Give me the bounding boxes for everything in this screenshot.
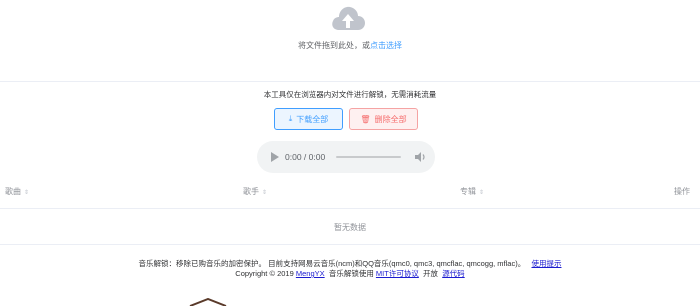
mit-license-link[interactable]: MIT许可协议 — [376, 269, 419, 278]
source-code-link[interactable]: 源代码 — [442, 269, 465, 278]
table-empty-text: 暂无数据 — [334, 223, 366, 232]
delete-all-button[interactable]: 🗑 删除全部 — [349, 108, 418, 130]
sort-icon[interactable]: ⇕ — [479, 190, 484, 196]
sort-icon[interactable]: ⇕ — [24, 190, 29, 196]
license-prefix-text: 音乐解锁使用 — [328, 269, 374, 278]
cloud-upload-icon — [332, 6, 365, 30]
playback-time: 0:00 / 0:00 — [285, 152, 326, 162]
download-icon: ⤓ — [288, 114, 293, 123]
download-all-label: 下载全部 — [296, 114, 329, 124]
trash-icon: 🗑 — [360, 114, 371, 124]
upload-hint: 将文件拖到此处，或点击选择 — [0, 40, 700, 51]
footer-copyright: Copyright © 2019 MengYX 音乐解锁使用 MIT许可协议 开… — [0, 268, 700, 279]
usage-tips-link[interactable]: 使用提示 — [531, 259, 561, 268]
upload-hint-text: 将文件拖到此处，或 — [298, 41, 370, 50]
footer-description-text: 音乐解锁：移除已购音乐的加密保护。 目前支持网易云音乐(ncm)和QQ音乐(qm… — [138, 259, 526, 268]
download-all-button[interactable]: ⤓ 下载全部 — [274, 108, 343, 130]
delete-all-label: 删除全部 — [374, 114, 407, 124]
local-processing-notice: 本工具仅在浏览器内对文件进行解锁，无需消耗流量 — [263, 90, 437, 99]
click-to-select-link[interactable]: 点击选择 — [370, 41, 402, 50]
table-header-divider — [0, 208, 700, 209]
audio-player[interactable]: 0:00 / 0:00 — [257, 141, 435, 173]
column-header-album[interactable]: 专辑 ⇕ — [460, 186, 484, 197]
upload-dropzone[interactable]: 将文件拖到此处，或点击选择 — [0, 0, 700, 80]
column-header-artist[interactable]: 歌手 ⇕ — [243, 186, 267, 197]
volume-icon[interactable] — [414, 150, 426, 164]
column-header-actions: 操作 — [674, 187, 690, 196]
copyright-text: Copyright © 2019 — [235, 269, 294, 278]
sort-icon[interactable]: ⇕ — [262, 190, 267, 196]
author-link[interactable]: MengYX — [296, 269, 325, 278]
section-divider — [0, 81, 700, 82]
play-icon[interactable] — [271, 152, 279, 162]
seek-slider[interactable] — [336, 156, 401, 158]
column-header-song[interactable]: 歌曲 ⇕ — [5, 186, 29, 197]
open-text: 开放 — [423, 269, 439, 278]
decorative-graphic — [189, 298, 227, 306]
table-header: 歌曲 ⇕ 歌手 ⇕ 专辑 ⇕ 操作 — [0, 180, 700, 202]
table-bottom-divider — [0, 244, 700, 245]
